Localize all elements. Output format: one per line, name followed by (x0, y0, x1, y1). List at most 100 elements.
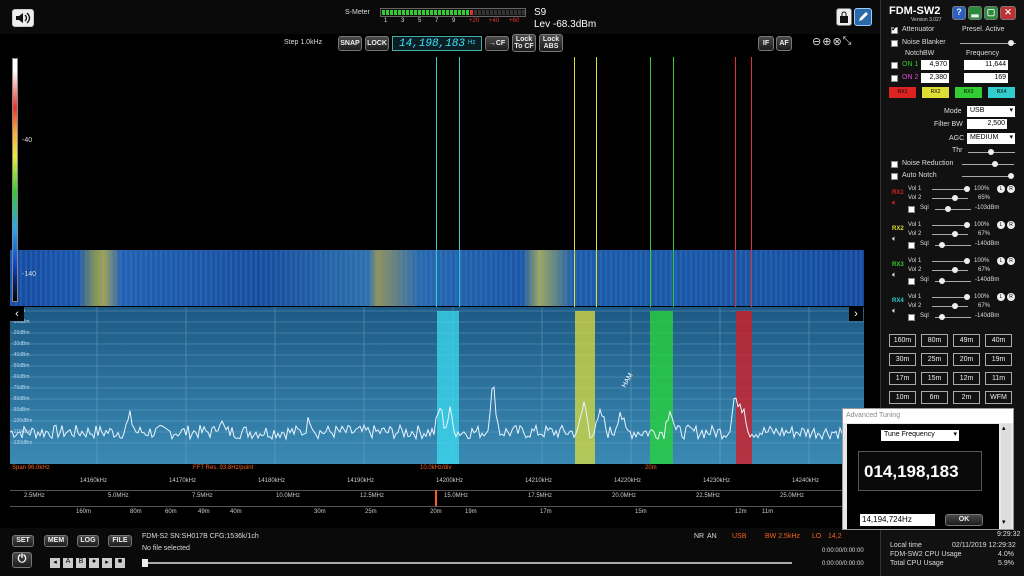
mode-select[interactable]: USB (967, 106, 1015, 117)
maximize-button[interactable]: ▢ (984, 6, 998, 20)
mute-icon[interactable]: 🔈︎ (892, 198, 897, 208)
record-icon[interactable]: ● (89, 558, 99, 568)
tuning-cursor[interactable] (435, 490, 437, 506)
noise-reduction-slider[interactable] (962, 161, 1014, 167)
set-button[interactable]: SET (12, 535, 34, 547)
band-button[interactable]: 30m (889, 353, 916, 366)
tune-mode-select[interactable]: Tune Frequency (881, 430, 959, 441)
sql-slider[interactable] (935, 242, 971, 248)
right-channel-icon[interactable]: R (1007, 221, 1015, 229)
noise-blanker-slider[interactable] (960, 40, 1016, 46)
band-button[interactable]: 17m (889, 372, 916, 385)
vol2-slider[interactable] (932, 195, 968, 201)
sql-slider[interactable] (935, 278, 971, 284)
slider-knob[interactable] (992, 161, 998, 167)
slider-knob[interactable] (952, 303, 958, 309)
scroll-right-button[interactable]: › (849, 307, 863, 321)
attenuator-checkbox[interactable] (891, 24, 898, 34)
band-button[interactable]: 15m (921, 372, 948, 385)
rx2-marker-right[interactable] (596, 57, 597, 307)
log-button[interactable]: LOG (77, 535, 99, 547)
thr-slider[interactable] (968, 149, 1015, 155)
notch-marker-left[interactable] (735, 57, 736, 307)
ok-button[interactable]: OK (945, 514, 983, 526)
zoom-fit-icon[interactable]: ⤡ (843, 35, 852, 49)
band-button[interactable]: 2m (953, 391, 980, 404)
band-button[interactable]: WFM (985, 391, 1012, 404)
noise-reduction-checkbox[interactable] (891, 161, 898, 168)
frequency-scale[interactable]: 14160kHz 14170kHz 14180kHz 14190kHz 14200kHz… (10, 474, 864, 524)
zoom-out-icon[interactable]: ⊖ (812, 35, 821, 49)
vol1-slider[interactable] (932, 258, 970, 264)
vol1-slider[interactable] (932, 186, 970, 192)
agc-select[interactable]: MEDIUM (967, 133, 1015, 144)
slider-knob[interactable] (952, 195, 958, 201)
notch-marker-right[interactable] (751, 57, 752, 307)
file-button[interactable]: FILE (108, 535, 132, 547)
band-button[interactable]: 160m (889, 334, 916, 347)
right-channel-icon[interactable]: R (1007, 185, 1015, 193)
vol2-slider[interactable] (932, 231, 968, 237)
slider-knob[interactable] (964, 294, 970, 300)
slider-knob[interactable] (952, 267, 958, 273)
auto-notch-checkbox[interactable] (891, 173, 898, 180)
play-icon[interactable]: ▸ (102, 558, 112, 568)
power-button[interactable]: ⏻ (12, 552, 32, 568)
record-button[interactable] (836, 8, 852, 26)
dialog-titlebar[interactable]: Advanced Tuning (843, 409, 1013, 423)
playback-slider-handle[interactable] (142, 559, 148, 567)
left-channel-icon[interactable]: L (997, 221, 1005, 229)
sql-checkbox[interactable] (908, 206, 915, 213)
rx-select-button[interactable]: RX1 (889, 87, 916, 98)
lock-to-cf-button[interactable]: Lock To CF (512, 34, 536, 52)
left-channel-icon[interactable]: L (997, 185, 1005, 193)
slider-knob[interactable] (939, 242, 945, 248)
close-button[interactable]: ✕ (1000, 6, 1016, 20)
notch1-bw-field[interactable]: 4,970 (921, 60, 949, 70)
band-button[interactable]: 25m (921, 353, 948, 366)
sql-checkbox[interactable] (908, 278, 915, 285)
stop-icon[interactable]: ■ (115, 558, 125, 568)
rewind-icon[interactable]: ◂ (50, 558, 60, 568)
scroll-left-button[interactable]: ‹ (10, 307, 24, 321)
band-button[interactable]: 6m (921, 391, 948, 404)
button-b-icon[interactable]: B (76, 558, 86, 568)
filter-bw-field[interactable]: 2,500 (967, 119, 1007, 129)
slider-knob[interactable] (988, 149, 994, 155)
pen-button[interactable] (854, 8, 872, 26)
auto-notch-slider[interactable] (962, 173, 1014, 179)
slider-knob[interactable] (945, 206, 951, 212)
snap-button[interactable]: SNAP (338, 36, 362, 51)
af-button[interactable]: AF (776, 36, 792, 51)
band-button[interactable]: 12m (953, 372, 980, 385)
sql-checkbox[interactable] (908, 314, 915, 321)
right-channel-icon[interactable]: R (1007, 257, 1015, 265)
spectrum-display[interactable]: 0dBm-10dBm-20dBm-30dBm-40dBm-50dBm-60dBm… (10, 307, 864, 464)
tune-frequency-input[interactable]: 14,194,724Hz (860, 514, 935, 526)
band-button[interactable]: 80m (921, 334, 948, 347)
rx1-marker-left[interactable] (436, 57, 437, 307)
left-channel-icon[interactable]: L (997, 293, 1005, 301)
minimize-button[interactable]: ▂ (968, 6, 982, 20)
step-label[interactable]: Step 1.0kHz (284, 39, 322, 46)
slider-knob[interactable] (939, 278, 945, 284)
band-button[interactable]: 20m (953, 353, 980, 366)
vol2-slider[interactable] (932, 303, 968, 309)
vol1-slider[interactable] (932, 294, 970, 300)
slider-knob[interactable] (939, 314, 945, 320)
to-cf-button[interactable]: →CF (485, 36, 509, 51)
notch2-checkbox[interactable] (891, 75, 898, 82)
rx-select-button[interactable]: RX2 (922, 87, 949, 98)
rx2-marker-left[interactable] (574, 57, 575, 307)
vol1-slider[interactable] (932, 222, 970, 228)
dialog-scrollbar[interactable]: ▴ ▾ (1001, 424, 1011, 529)
notch1-checkbox[interactable] (891, 62, 898, 69)
left-channel-icon[interactable]: L (997, 257, 1005, 265)
rx1-marker-right[interactable] (459, 57, 460, 307)
notch2-bw-field[interactable]: 2,380 (921, 73, 949, 83)
rx-select-button[interactable]: RX3 (955, 87, 982, 98)
sql-checkbox[interactable] (908, 242, 915, 249)
band-button[interactable]: 11m (985, 372, 1012, 385)
mute-icon[interactable]: 🔈︎ (892, 234, 897, 244)
rx3-marker-right[interactable] (673, 57, 674, 307)
